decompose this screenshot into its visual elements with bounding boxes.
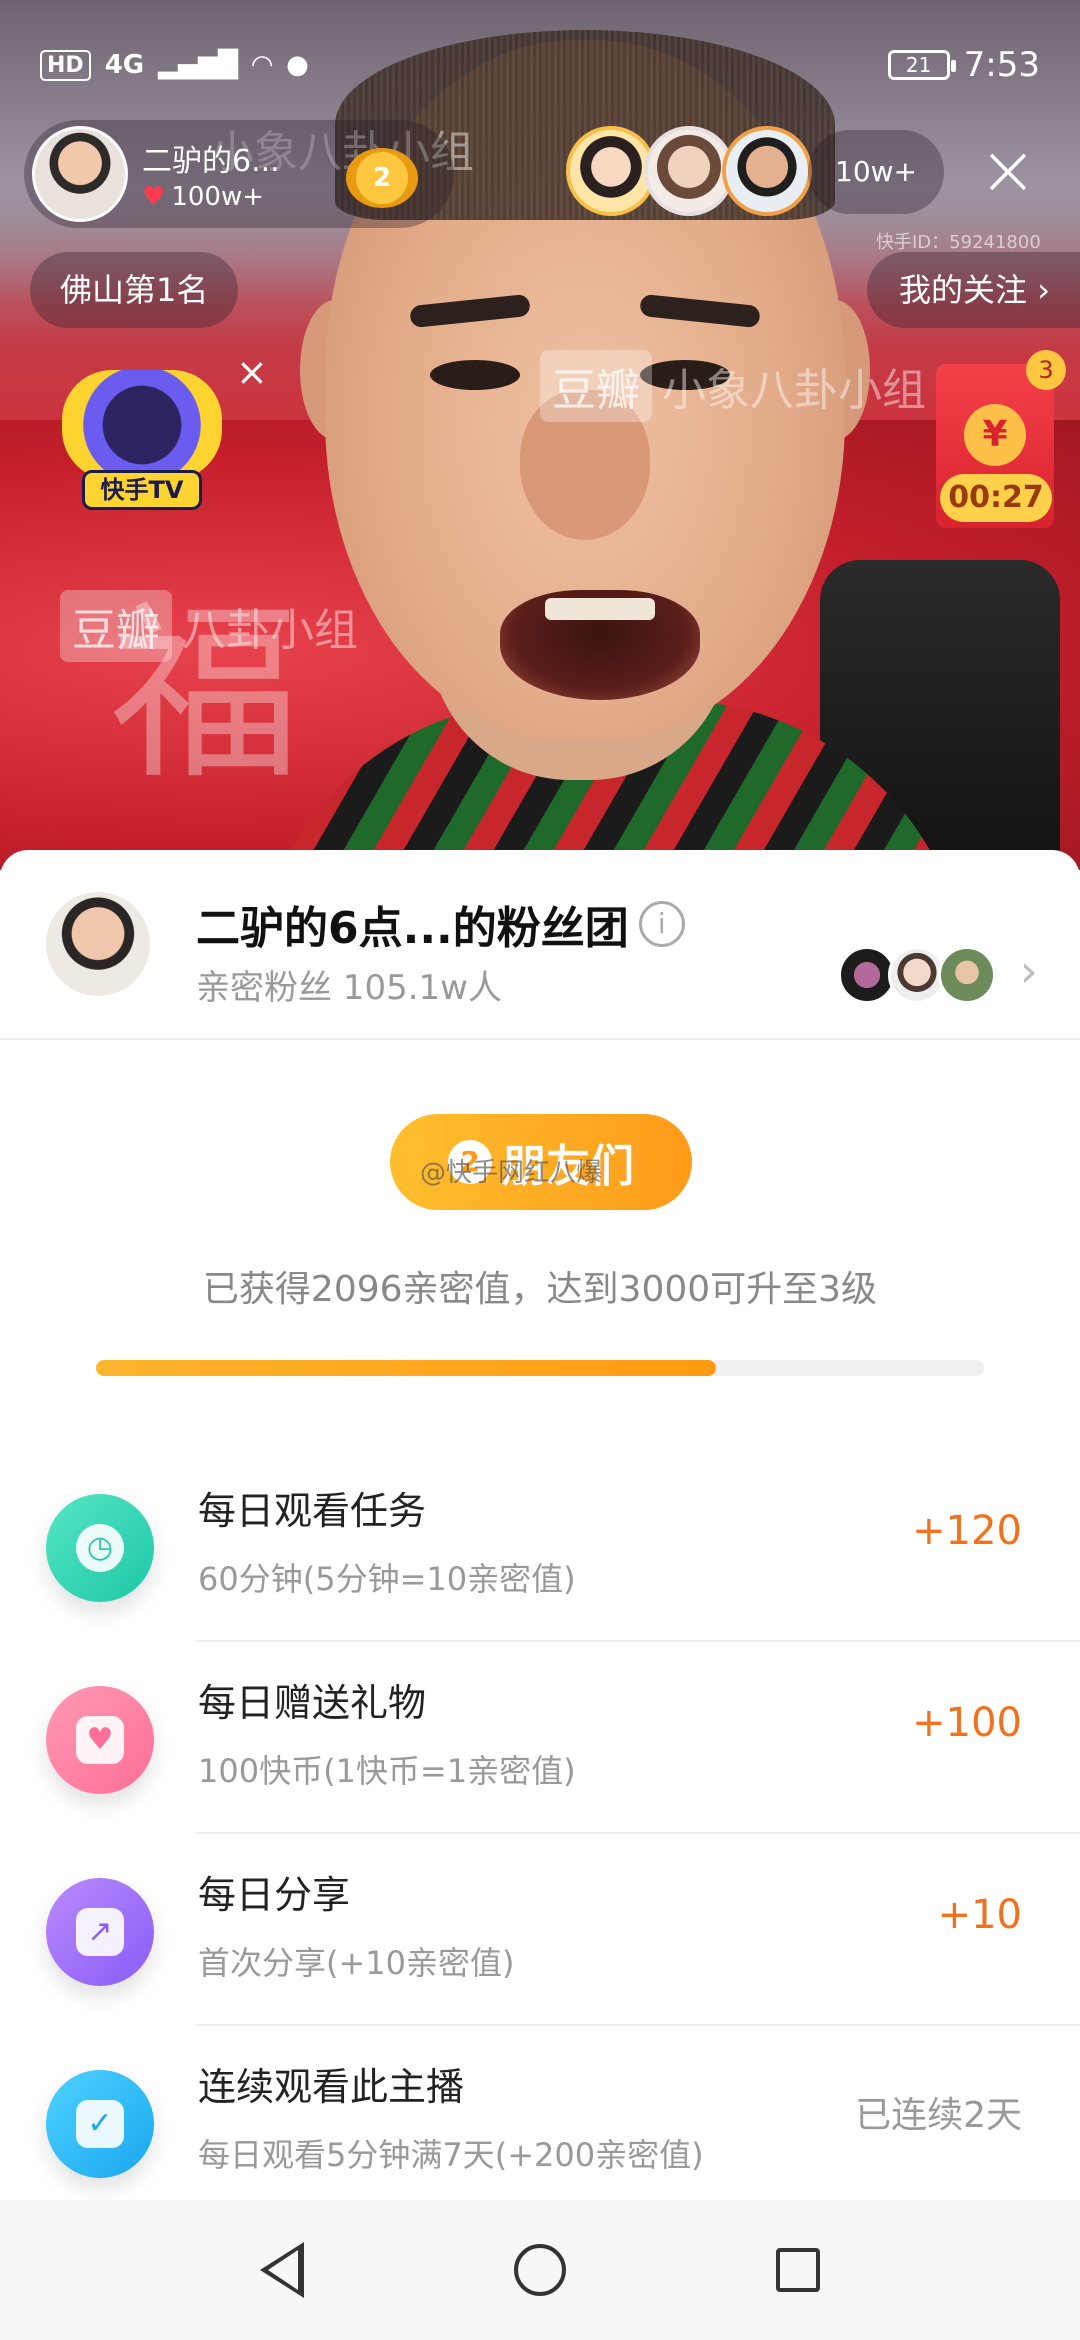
task-desc: 每日观看5分钟满7天(+200亲密值) [198,2136,704,2174]
task-reward: +120 [912,1508,1022,1554]
task-desc: 100快币(1快币=1亲密值) [198,1752,576,1790]
watermark: 豆瓣 八卦小组 [60,590,358,662]
background-fu-character: 福 [110,584,301,805]
fan-avatars[interactable] [838,946,996,1004]
system-nav-bar [0,2200,1080,2340]
home-icon[interactable] [514,2244,566,2296]
intimacy-progress-fill [96,1360,717,1376]
task-item[interactable]: ◷ 每日观看任务 60分钟(5分钟=10亲密值) +120 [46,1450,1080,1642]
task-title: 每日观看任务 [198,1489,427,1533]
message-icon: ● [286,50,309,80]
watermark: 豆瓣 小象八卦小组 [540,350,926,422]
viewer-avatar[interactable] [566,126,656,216]
network-type: 4G [104,50,145,80]
viewer-avatar[interactable] [644,126,734,216]
intimacy-progress-bar [96,1360,984,1376]
host-info: 二驴的6... ♥ 100w+ [142,136,280,212]
red-packet-count: 3 [1026,350,1066,390]
my-follows-pill[interactable]: 我的关注 › [867,252,1080,328]
red-packet-timer: 00:27 [940,474,1052,522]
viewer-avatar[interactable] [722,126,812,216]
task-desc: 首次分享(+10亲密值) [198,1944,515,1982]
task-status: 已连续2天 [855,2095,1022,2136]
fan-group-title-text: 二驴的6点...的粉丝团 [196,903,629,954]
task-reward: +10 [937,1892,1022,1938]
top-viewers[interactable] [566,126,812,216]
info-icon[interactable]: i [638,901,685,947]
fan-group-avatar[interactable] [46,892,150,996]
intimacy-progress-text: 已获得2096亲密值，达到3000可升至3级 [202,1269,878,1310]
task-title: 每日分享 [198,1873,351,1917]
teeth [545,598,655,620]
tv-label: 快手TV [82,470,202,510]
calendar-check-icon: ✓ [46,2070,154,2178]
kuaishou-tv-badge[interactable]: 快手TV [52,360,232,520]
status-bar: HD 4G ▂▄▆█ ◠ ● 21 7:53 [0,0,1080,130]
fan-avatar [938,946,996,1004]
share-arrow-icon: ↗ [46,1878,154,1986]
hd-indicator: HD [40,49,91,81]
back-icon[interactable] [260,2242,304,2298]
heart-icon: ♥ [142,182,166,212]
task-reward: +100 [912,1700,1022,1746]
viewer-count[interactable]: 10w+ [808,130,944,214]
task-item[interactable]: ↗ 每日分享 首次分享(+10亲密值) +10 [46,1834,1080,2026]
chevron-right-icon[interactable]: › [1020,946,1038,997]
clock: 7:53 [963,45,1040,85]
task-title: 每日赠送礼物 [198,1681,427,1725]
host-likes-count: 100w+ [171,182,264,212]
fan-group-header[interactable]: 二驴的6点...的粉丝团 i 亲密粉丝 105.1w人 › [0,850,1080,1040]
task-desc: 60分钟(5分钟=10亲密值) [198,1560,576,1598]
gift-heart-icon: ♥ [46,1686,154,1794]
host-likes: ♥ 100w+ [142,182,280,212]
battery-icon: 21 [887,50,956,80]
live-id: 快手ID：59241800 [876,232,1041,253]
fan-group-sheet: 二驴的6点...的粉丝团 i 亲密粉丝 105.1w人 › 2 朋友们 已获得2… [0,850,1080,2340]
left-eye [430,360,520,390]
weibo-watermark: @快手网红八爆 [420,1158,603,1188]
close-icon[interactable]: × [966,130,1050,214]
tv-icon [62,370,222,480]
red-packet-coin-icon: ¥ [964,404,1026,466]
host-name: 二驴的6... [142,144,280,179]
task-title: 连续观看此主播 [198,2065,465,2109]
recent-apps-icon[interactable] [776,2248,820,2292]
task-item[interactable]: ✓ 连续观看此主播 每日观看5分钟满7天(+200亲密值) 已连续2天 [46,2026,1080,2218]
status-left: HD 4G ▂▄▆█ ◠ ● [40,49,309,81]
city-rank-pill[interactable]: 佛山第1名 [30,252,239,328]
tv-close-icon[interactable]: × [236,350,268,394]
clock-icon: ◷ [46,1494,154,1602]
fan-group-title: 二驴的6点...的粉丝团 i [196,892,685,956]
signal-icon: ▂▄▆█ [158,50,239,80]
task-item[interactable]: ♥ 每日赠送礼物 100快币(1快币=1亲密值) +100 [46,1642,1080,1834]
status-right: 21 7:53 [887,45,1040,85]
host-avatar[interactable] [32,126,128,222]
task-list: ◷ 每日观看任务 60分钟(5分钟=10亲密值) +120 ♥ 每日赠送礼物 1… [0,1450,1080,2218]
wifi-icon: ◠ [252,50,273,80]
fan-group-subtitle: 亲密粉丝 105.1w人 [196,968,502,1008]
rank-medal-icon: 2 [346,148,418,208]
